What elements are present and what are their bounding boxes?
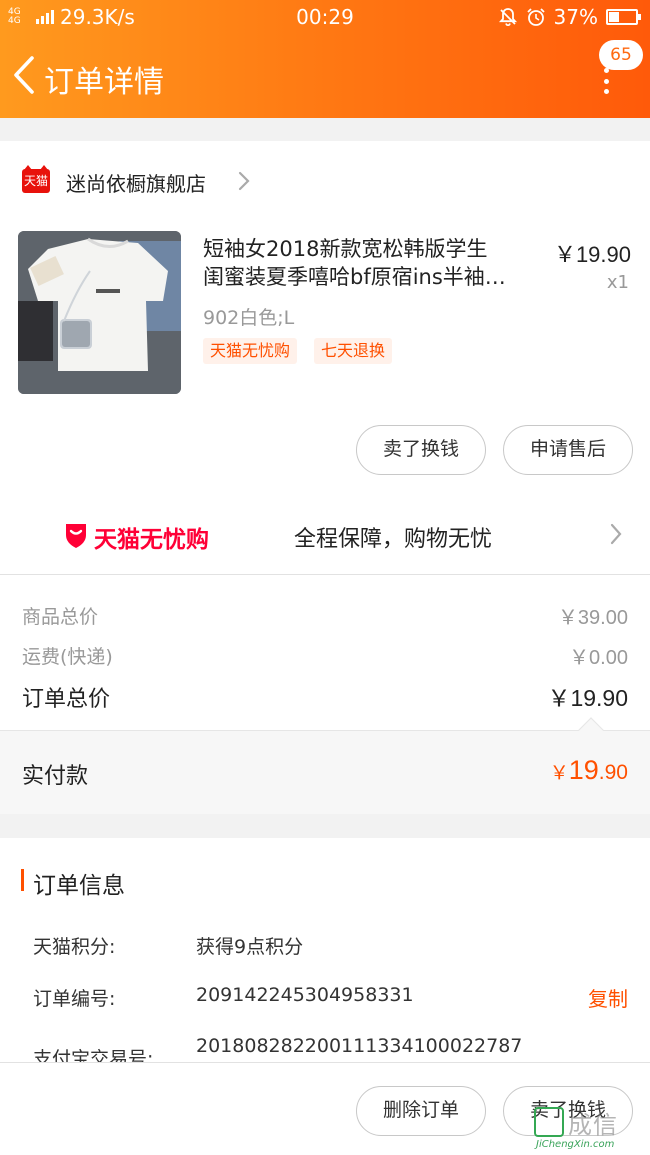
- goods-total-label: 商品总价: [22, 606, 99, 628]
- tag-seven-day-return: 七天退换: [314, 338, 393, 364]
- order-item-card: 天猫 迷尚依橱旗舰店 短袖女2018新款宽松韩版学生 闺蜜装夏季嘻哈bf原宿in…: [0, 141, 650, 494]
- store-row[interactable]: 天猫 迷尚依橱旗舰店: [0, 141, 650, 219]
- more-dot-icon: [603, 68, 609, 73]
- product-image: [18, 231, 181, 394]
- order-number-label: 订单编号:: [33, 988, 116, 1010]
- apply-after-sale-button[interactable]: 申请售后: [503, 425, 633, 475]
- alarm-icon: [526, 8, 545, 26]
- order-info-title: 订单信息: [33, 873, 125, 899]
- store-name[interactable]: 迷尚依橱旗舰店: [66, 168, 206, 197]
- watermark-subtext: JiChengXin.com: [536, 1139, 615, 1150]
- tag-worry-free: 天猫无忧购: [203, 338, 298, 364]
- back-button[interactable]: [8, 52, 42, 98]
- chevron-right-icon: [238, 171, 250, 191]
- goods-total-value: ￥39.00: [557, 607, 628, 629]
- status-right: 37%: [498, 5, 641, 29]
- more-menu-button[interactable]: [598, 68, 614, 94]
- order-total-label: 订单总价: [22, 687, 111, 712]
- product-title-line: 短袖女2018新款宽松韩版学生: [203, 237, 488, 261]
- battery-percent: 37%: [553, 5, 598, 29]
- order-info-card: 订单信息 天猫积分: 获得9点积分 订单编号: 2091422453049583…: [0, 838, 650, 1070]
- product-title[interactable]: 短袖女2018新款宽松韩版学生 闺蜜装夏季嘻哈bf原宿ins半袖…: [203, 235, 533, 291]
- section-accent-bar: [21, 869, 24, 891]
- app-header: 4G 4G 29.3K/s 00:29 37% 订单详情 65: [0, 0, 650, 118]
- order-number-value: 209142245304958331: [196, 984, 414, 1006]
- site-watermark: 成信 JiChengXin.com: [534, 1105, 650, 1155]
- currency-symbol: ￥: [549, 763, 569, 784]
- alipay-trade-value: 2018082822001113341000227​87: [196, 1035, 523, 1057]
- actual-payment-value: ￥19.90: [550, 755, 628, 786]
- product-sku: 902白色;L: [203, 307, 295, 329]
- actual-payment-label: 实付款: [22, 764, 89, 789]
- chevron-right-icon: [610, 523, 622, 545]
- shield-icon: [66, 524, 86, 548]
- points-label: 天猫积分:: [33, 936, 116, 958]
- status-bar: 4G 4G 29.3K/s 00:29 37%: [0, 0, 650, 36]
- watermark-logo-icon: [534, 1107, 564, 1137]
- shipping-label: 运费(快递): [22, 646, 113, 668]
- copy-order-number-button[interactable]: 复制: [588, 983, 628, 1012]
- amount-decimal: .90: [598, 761, 628, 784]
- message-count-badge: 65: [599, 40, 643, 70]
- points-value: 获得9点积分: [196, 936, 304, 958]
- tmall-logo-icon: 天猫: [22, 165, 50, 193]
- more-dot-icon: [603, 89, 609, 94]
- more-dot-icon: [603, 78, 609, 84]
- shipping-value: ￥0.00: [569, 647, 628, 669]
- worry-free-promo-row[interactable]: 天猫无忧购 全程保障，购物无忧: [0, 494, 650, 576]
- battery-icon: [606, 9, 641, 25]
- battery-level: [609, 12, 619, 22]
- actual-payment-row: 实付款 ￥19.90: [0, 717, 650, 814]
- amount-integer: 19: [568, 755, 599, 785]
- delete-order-button[interactable]: 删除订单: [356, 1086, 486, 1136]
- page-title: 订单详情: [44, 65, 164, 100]
- product-thumbnail[interactable]: [18, 231, 181, 394]
- order-total-value: ￥19.90: [547, 685, 628, 711]
- promo-brand: 天猫无忧购: [94, 527, 209, 553]
- mute-bell-icon: [498, 8, 517, 27]
- watermark-text: 成信: [568, 1111, 618, 1139]
- sell-for-cash-button[interactable]: 卖了换钱: [356, 425, 486, 475]
- product-title-line: 闺蜜装夏季嘻哈bf原宿ins半袖…: [203, 265, 506, 289]
- promo-text: 全程保障，购物无忧: [294, 527, 493, 552]
- product-price: ￥19.90: [553, 242, 631, 267]
- product-quantity: x1: [606, 272, 629, 293]
